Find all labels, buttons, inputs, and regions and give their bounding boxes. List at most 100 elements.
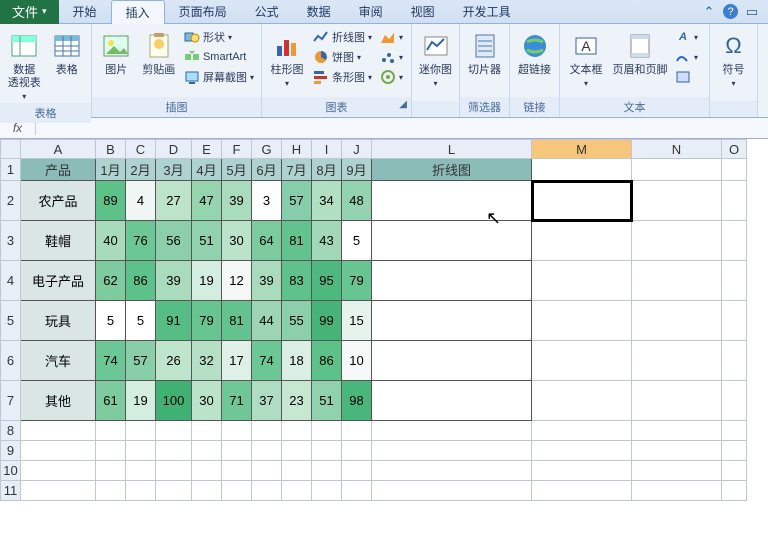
cell[interactable] bbox=[252, 421, 282, 441]
picture-button[interactable]: 图片 bbox=[96, 28, 136, 79]
cell[interactable] bbox=[192, 461, 222, 481]
col-header[interactable]: M bbox=[532, 140, 632, 159]
slicer-button[interactable]: 切片器 bbox=[464, 28, 505, 79]
cell[interactable] bbox=[21, 481, 96, 501]
data-cell[interactable]: 83 bbox=[282, 261, 312, 301]
cell[interactable] bbox=[722, 159, 747, 181]
cell[interactable] bbox=[372, 481, 532, 501]
cell[interactable] bbox=[632, 381, 722, 421]
bar-chart-button[interactable]: 条形图▾ bbox=[310, 68, 375, 86]
col-header[interactable]: L bbox=[372, 140, 532, 159]
fx-label[interactable]: fx bbox=[0, 121, 36, 135]
cell[interactable] bbox=[192, 441, 222, 461]
table-header[interactable]: 2月 bbox=[126, 159, 156, 181]
cell[interactable] bbox=[312, 421, 342, 441]
data-cell[interactable]: 57 bbox=[126, 341, 156, 381]
cell[interactable] bbox=[342, 461, 372, 481]
data-cell[interactable]: 17 bbox=[222, 341, 252, 381]
row-header[interactable]: 6 bbox=[1, 341, 21, 381]
scatter-chart-button[interactable]: ▾ bbox=[377, 48, 406, 66]
cell[interactable] bbox=[372, 461, 532, 481]
table-header[interactable]: 1月 bbox=[96, 159, 126, 181]
cell[interactable] bbox=[222, 421, 252, 441]
data-cell[interactable]: 79 bbox=[192, 301, 222, 341]
data-cell[interactable]: 99 bbox=[312, 301, 342, 341]
tab-layout[interactable]: 页面布局 bbox=[165, 0, 241, 24]
cell[interactable] bbox=[282, 481, 312, 501]
cell[interactable] bbox=[532, 221, 632, 261]
cell[interactable] bbox=[722, 481, 747, 501]
cell[interactable] bbox=[722, 261, 747, 301]
object-button[interactable] bbox=[672, 68, 701, 86]
cell[interactable] bbox=[532, 261, 632, 301]
col-header[interactable]: A bbox=[21, 140, 96, 159]
data-cell[interactable]: 39 bbox=[252, 261, 282, 301]
cell[interactable] bbox=[21, 461, 96, 481]
cell[interactable] bbox=[532, 341, 632, 381]
data-cell[interactable]: 30 bbox=[222, 221, 252, 261]
tab-developer[interactable]: 开发工具 bbox=[449, 0, 525, 24]
cell[interactable] bbox=[532, 159, 632, 181]
column-chart-button[interactable]: 柱形图▾ bbox=[266, 28, 308, 90]
data-cell[interactable]: 5 bbox=[96, 301, 126, 341]
data-cell[interactable]: 26 bbox=[156, 341, 192, 381]
col-header[interactable]: B bbox=[96, 140, 126, 159]
table-button[interactable]: 表格 bbox=[47, 28, 88, 79]
cell[interactable] bbox=[342, 481, 372, 501]
col-header[interactable]: D bbox=[156, 140, 192, 159]
help-icon[interactable]: ? bbox=[723, 4, 738, 19]
data-cell[interactable]: 10 bbox=[342, 341, 372, 381]
table-header[interactable]: 折线图 bbox=[372, 159, 532, 181]
sparkline-cell[interactable] bbox=[372, 341, 532, 381]
data-cell[interactable]: 47 bbox=[192, 181, 222, 221]
clipart-button[interactable]: 剪贴画 bbox=[138, 28, 178, 79]
row-header[interactable]: 5 bbox=[1, 301, 21, 341]
expand-icon[interactable]: ◢ bbox=[399, 99, 407, 110]
tab-formulas[interactable]: 公式 bbox=[241, 0, 293, 24]
data-cell[interactable]: 98 bbox=[342, 381, 372, 421]
cell[interactable] bbox=[372, 421, 532, 441]
data-cell[interactable]: 79 bbox=[342, 261, 372, 301]
cell[interactable] bbox=[252, 441, 282, 461]
data-cell[interactable]: 27 bbox=[156, 181, 192, 221]
cell[interactable] bbox=[722, 341, 747, 381]
cell[interactable] bbox=[632, 301, 722, 341]
data-cell[interactable]: 89 bbox=[96, 181, 126, 221]
cell[interactable] bbox=[632, 461, 722, 481]
col-header[interactable]: N bbox=[632, 140, 722, 159]
cell[interactable] bbox=[282, 441, 312, 461]
line-chart-button[interactable]: 折线图▾ bbox=[310, 28, 375, 46]
cell[interactable] bbox=[156, 461, 192, 481]
data-cell[interactable]: 57 bbox=[282, 181, 312, 221]
cell[interactable] bbox=[252, 481, 282, 501]
selected-cell[interactable] bbox=[532, 181, 632, 221]
cell[interactable] bbox=[632, 421, 722, 441]
cell[interactable] bbox=[722, 181, 747, 221]
col-header[interactable]: C bbox=[126, 140, 156, 159]
data-cell[interactable]: 39 bbox=[156, 261, 192, 301]
row-label[interactable]: 汽车 bbox=[21, 341, 96, 381]
sparkline-button[interactable]: 迷你图▾ bbox=[416, 28, 455, 90]
data-cell[interactable]: 62 bbox=[96, 261, 126, 301]
data-cell[interactable]: 76 bbox=[126, 221, 156, 261]
table-header[interactable]: 8月 bbox=[312, 159, 342, 181]
cell[interactable] bbox=[96, 441, 126, 461]
data-cell[interactable]: 55 bbox=[282, 301, 312, 341]
sparkline-cell[interactable] bbox=[372, 301, 532, 341]
data-cell[interactable]: 86 bbox=[126, 261, 156, 301]
cell[interactable] bbox=[722, 421, 747, 441]
minimize-ribbon-icon[interactable]: ⌃ bbox=[701, 4, 717, 20]
col-header[interactable]: F bbox=[222, 140, 252, 159]
cell[interactable] bbox=[532, 481, 632, 501]
cell[interactable] bbox=[722, 461, 747, 481]
cell[interactable] bbox=[21, 441, 96, 461]
sparkline-cell[interactable] bbox=[372, 221, 532, 261]
data-cell[interactable]: 3 bbox=[252, 181, 282, 221]
data-cell[interactable]: 81 bbox=[282, 221, 312, 261]
data-cell[interactable]: 56 bbox=[156, 221, 192, 261]
data-cell[interactable]: 64 bbox=[252, 221, 282, 261]
sparkline-cell[interactable] bbox=[372, 181, 532, 221]
row-header[interactable]: 8 bbox=[1, 421, 21, 441]
pie-chart-button[interactable]: 饼图▾ bbox=[310, 48, 375, 66]
data-cell[interactable]: 91 bbox=[156, 301, 192, 341]
